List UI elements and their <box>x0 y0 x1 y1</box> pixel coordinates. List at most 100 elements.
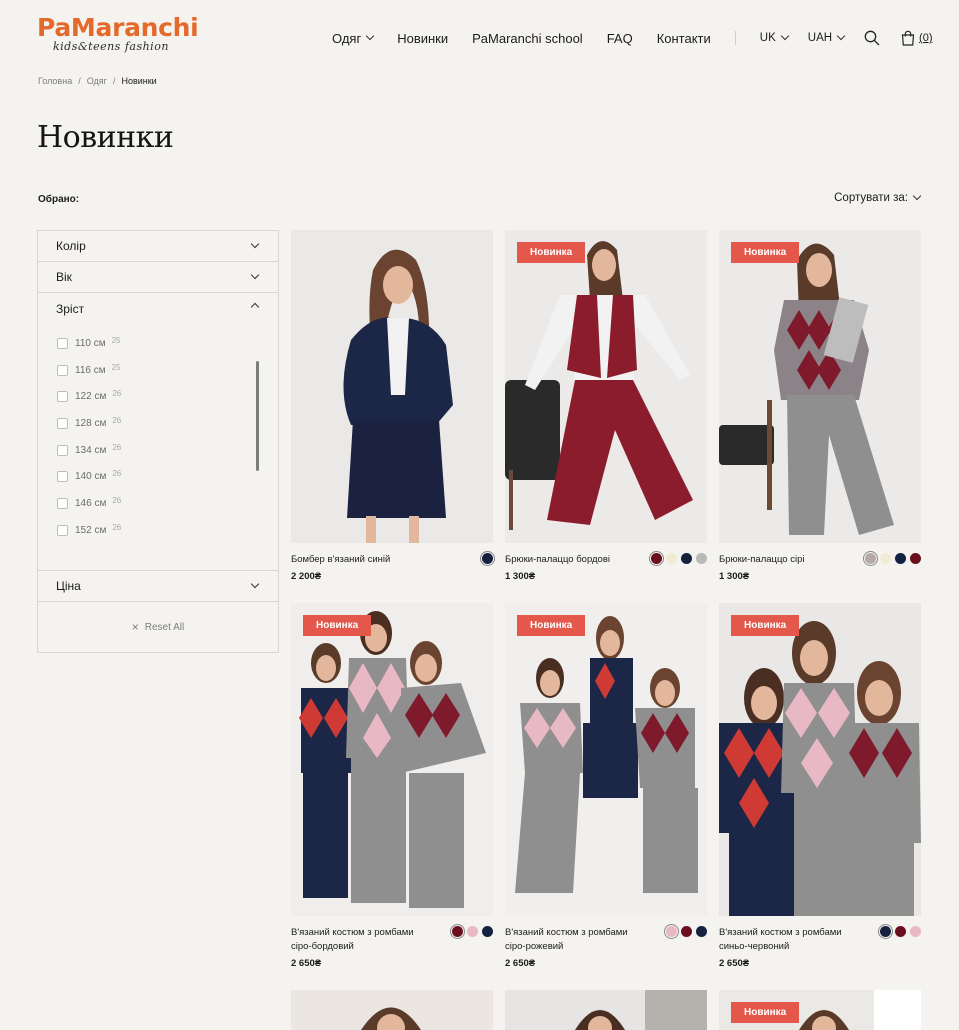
nav-item-new[interactable]: Новинки <box>397 31 448 46</box>
product-name[interactable]: В'язаний костюм з ромбами синьо-червоний <box>719 926 859 954</box>
height-option[interactable]: 116 см 25 <box>38 357 278 384</box>
height-option[interactable]: 110 см 25 <box>38 330 278 357</box>
product-name[interactable]: Бомбер в'язаний синій <box>291 553 431 567</box>
filter-age-toggle[interactable]: Вік <box>38 262 278 293</box>
nav-item-contacts[interactable]: Контакти <box>657 31 711 46</box>
color-swatch[interactable] <box>696 926 707 937</box>
height-option-count: 26 <box>112 442 122 452</box>
color-swatch[interactable] <box>666 553 677 564</box>
product-name[interactable]: Брюки-палаццо бордові <box>505 553 645 567</box>
color-swatches <box>452 926 493 937</box>
currency-value: UAH <box>807 32 833 44</box>
checkbox[interactable] <box>57 444 68 456</box>
product-card[interactable]: Новинка В'язаний костюм з ромбами сіро-б… <box>291 603 493 969</box>
scrollbar-thumb[interactable] <box>256 361 259 471</box>
product-image[interactable]: Новинка <box>505 603 707 916</box>
filter-panel: Колір Вік Зріст 110 см 25 116 см 25 122 см… <box>37 230 279 653</box>
product-image[interactable] <box>291 230 493 543</box>
color-swatch[interactable] <box>467 926 478 937</box>
color-swatch[interactable] <box>895 926 906 937</box>
height-option-label: 110 см <box>75 337 106 349</box>
language-value: UK <box>759 32 776 44</box>
height-option[interactable]: 128 см 26 <box>38 410 278 437</box>
product-name[interactable]: В'язаний костюм з ромбами сіро-рожевий <box>505 926 645 954</box>
color-swatches <box>865 553 921 564</box>
nav-item-label: Новинки <box>397 30 449 46</box>
filter-price-label: Ціна <box>56 579 81 593</box>
color-swatch[interactable] <box>865 553 876 564</box>
product-image[interactable]: Новинка <box>505 230 707 543</box>
filter-color-toggle[interactable]: Колір <box>38 231 278 262</box>
product-photo-three-girls-argyle <box>291 603 493 916</box>
nav-item-label: PaMaranchi school <box>472 30 583 46</box>
color-swatch[interactable] <box>651 553 662 564</box>
product-name[interactable]: Брюки-палаццо сірі <box>719 553 859 567</box>
sort-dropdown[interactable]: Сортувати за: <box>834 191 922 204</box>
product-image[interactable]: Новинка <box>719 230 921 543</box>
checkbox[interactable] <box>57 391 68 403</box>
checkbox[interactable] <box>57 471 68 483</box>
page-title: Новинки <box>37 120 174 155</box>
product-image[interactable]: Новинка <box>291 603 493 916</box>
color-swatch[interactable] <box>895 553 906 564</box>
height-option[interactable]: 134 см 26 <box>38 437 278 464</box>
product-card[interactable] <box>505 990 707 1030</box>
breadcrumb-clothing[interactable]: Одяг <box>87 76 107 86</box>
product-image[interactable] <box>291 990 493 1030</box>
cart-button[interactable]: (0) <box>900 30 933 46</box>
color-swatches <box>666 926 707 937</box>
checkbox[interactable] <box>57 337 68 349</box>
selected-filters-label: Обрано: <box>38 194 80 205</box>
color-swatch[interactable] <box>666 926 677 937</box>
height-option-label: 122 см <box>75 391 107 403</box>
color-swatch[interactable] <box>880 926 891 937</box>
height-option-count: 25 <box>111 335 121 345</box>
product-info: В'язаний костюм з ромбами сіро-рожевий 2… <box>505 926 707 969</box>
logo[interactable]: PaMaranchi kids&teens fashion <box>37 13 199 53</box>
product-card[interactable]: Новинка В'язаний костюм з ромбами сіро-р… <box>505 603 707 969</box>
color-swatches <box>482 553 493 564</box>
color-swatch[interactable] <box>452 926 463 937</box>
height-option[interactable]: 122 см 26 <box>38 383 278 410</box>
nav-item-faq[interactable]: FAQ <box>607 31 633 46</box>
color-swatch[interactable] <box>482 553 493 564</box>
color-swatch[interactable] <box>681 553 692 564</box>
checkbox[interactable] <box>57 364 68 376</box>
product-card[interactable] <box>291 990 493 1030</box>
product-card[interactable]: Бомбер в'язаний синій 2 200₴ <box>291 230 493 582</box>
height-option[interactable]: 146 см 26 <box>38 490 278 517</box>
product-card[interactable]: Новинка В'язаний костюм з ромбами синьо-… <box>719 603 921 969</box>
checkbox[interactable] <box>57 524 68 536</box>
language-select[interactable]: UK <box>759 31 790 44</box>
filter-price-toggle[interactable]: Ціна <box>38 571 278 602</box>
height-option[interactable]: 140 см 26 <box>38 463 278 490</box>
color-swatch[interactable] <box>910 926 921 937</box>
breadcrumb-home[interactable]: Головна <box>38 76 72 86</box>
product-image[interactable]: Новинка <box>719 990 921 1030</box>
color-swatch[interactable] <box>482 926 493 937</box>
chevron-down-icon <box>836 31 846 41</box>
product-photo-three-girls-grey-pink <box>505 603 707 916</box>
checkbox[interactable] <box>57 497 68 509</box>
color-swatch[interactable] <box>696 553 707 564</box>
nav-item-school[interactable]: PaMaranchi school <box>472 31 583 46</box>
product-card[interactable]: Новинка Брюки-палаццо бордові 1 300₴ <box>505 230 707 582</box>
nav-item-label: Контакти <box>656 30 711 46</box>
product-image[interactable]: Новинка <box>719 603 921 916</box>
reset-all-button[interactable]: × Reset All <box>38 602 278 652</box>
currency-select[interactable]: UAH <box>807 31 846 44</box>
color-swatch[interactable] <box>880 553 891 564</box>
height-option[interactable]: 152 см 26 <box>38 517 278 544</box>
filter-height-toggle[interactable]: Зріст <box>38 293 278 324</box>
filter-age-label: Вік <box>56 270 72 284</box>
product-card[interactable]: Новинка <box>719 990 921 1030</box>
color-swatch[interactable] <box>681 926 692 937</box>
product-image[interactable] <box>505 990 707 1030</box>
breadcrumb: Головна / Одяг / Новинки <box>38 76 157 86</box>
product-name[interactable]: В'язаний костюм з ромбами сіро-бордовий <box>291 926 431 954</box>
checkbox[interactable] <box>57 417 68 429</box>
search-icon[interactable] <box>864 30 880 46</box>
product-card[interactable]: Новинка Брюки-палаццо сірі 1 300₴ <box>719 230 921 582</box>
color-swatch[interactable] <box>910 553 921 564</box>
nav-item-clothing[interactable]: Одяг <box>332 31 375 46</box>
